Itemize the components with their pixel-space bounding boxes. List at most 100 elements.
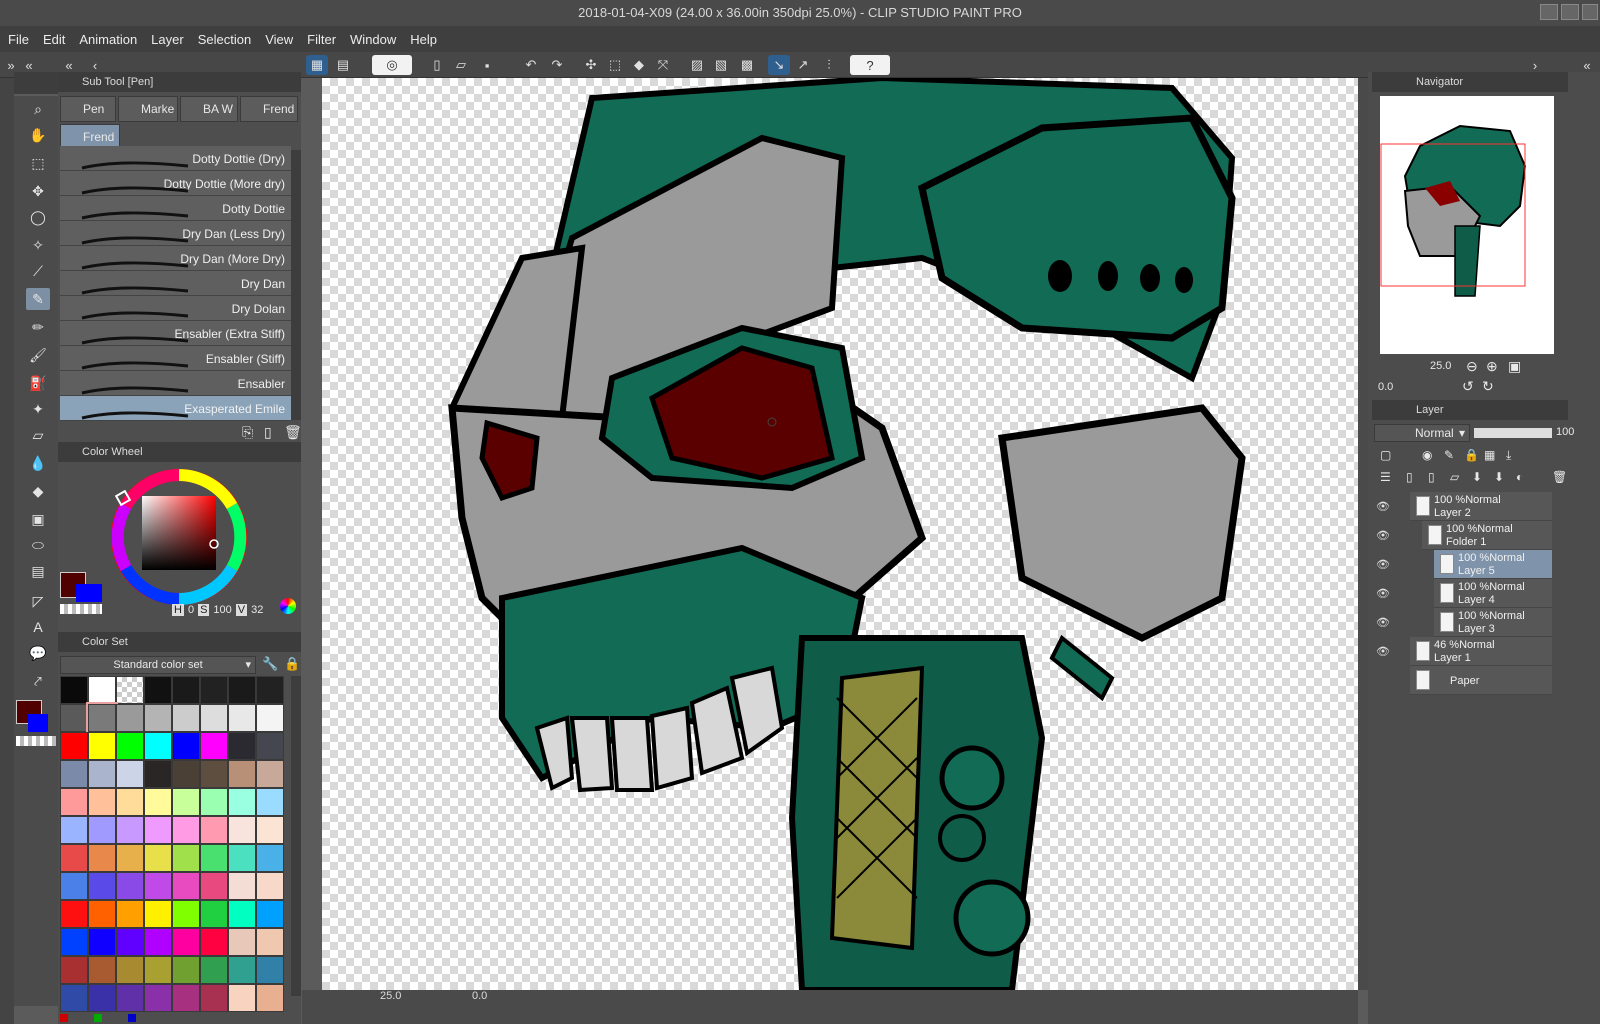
color-swatch[interactable] <box>228 956 256 984</box>
menu-edit[interactable]: Edit <box>43 32 65 47</box>
clear-outside-icon[interactable]: ▧ <box>710 55 732 75</box>
blend-tool-icon[interactable]: 💧 <box>26 452 50 474</box>
brush-item[interactable]: Dry Dan (Less Dry) <box>60 221 291 246</box>
new-subtool-icon[interactable]: ▯ <box>264 424 272 441</box>
color-swatch[interactable] <box>256 788 284 816</box>
color-swatch[interactable] <box>256 872 284 900</box>
color-swatch[interactable] <box>60 816 88 844</box>
color-swatch[interactable] <box>86 702 118 734</box>
color-swatch[interactable] <box>256 676 284 704</box>
brush-item[interactable]: Exasperated Emile <box>60 396 291 421</box>
reference-layer-icon[interactable]: ◉ <box>1422 448 1432 462</box>
color-swatch[interactable] <box>256 816 284 844</box>
color-swatch[interactable] <box>228 928 256 956</box>
color-swatch[interactable] <box>200 984 228 1012</box>
color-swatch[interactable] <box>172 872 200 900</box>
ruler-tool-icon[interactable]: ◸ <box>26 590 50 612</box>
subtool-tab-pen[interactable]: Pen <box>60 96 116 122</box>
color-swatch[interactable] <box>144 872 172 900</box>
color-swatch[interactable] <box>60 760 88 788</box>
brush-item[interactable]: Ensabler (Extra Stiff) <box>60 321 291 346</box>
color-swatch[interactable] <box>116 956 144 984</box>
color-swatch[interactable] <box>60 788 88 816</box>
color-swatch[interactable] <box>172 816 200 844</box>
lock-transparent-icon[interactable]: ▦ <box>1484 448 1495 462</box>
color-swatch[interactable] <box>144 900 172 928</box>
fit-window-icon[interactable]: ▣ <box>1508 358 1521 375</box>
color-swatch[interactable] <box>116 928 144 956</box>
color-swatch[interactable] <box>256 844 284 872</box>
color-swatch[interactable] <box>200 900 228 928</box>
layer-row[interactable]: 100 %Normal Layer 3 <box>1434 608 1552 637</box>
color-swatch[interactable] <box>116 760 144 788</box>
menu-animation[interactable]: Animation <box>79 32 137 47</box>
lock-palette-icon[interactable]: 🔒 <box>284 656 300 672</box>
color-swatch[interactable] <box>172 732 200 760</box>
color-swatch[interactable] <box>88 956 116 984</box>
color-swatch[interactable] <box>172 704 200 732</box>
color-swatch[interactable] <box>228 984 256 1012</box>
color-swatch[interactable] <box>256 704 284 732</box>
help-icon[interactable]: ? <box>850 55 890 75</box>
wrench-icon[interactable]: 🔧 <box>262 656 278 672</box>
color-swatch[interactable] <box>228 760 256 788</box>
blend-mode-dropdown[interactable]: Normal ▾ <box>1374 424 1470 442</box>
menu-layer[interactable]: Layer <box>151 32 184 47</box>
color-swatch[interactable] <box>144 928 172 956</box>
color-swatch[interactable] <box>144 984 172 1012</box>
navigator-zoom-value[interactable]: 25.0 <box>1430 360 1451 372</box>
visibility-eye-icon[interactable]: 👁 <box>1376 645 1394 658</box>
zoom-in-icon[interactable]: ⊕ <box>1486 358 1498 375</box>
brush-list-scrollbar[interactable] <box>291 150 301 420</box>
zoom-out-icon[interactable]: ⊖ <box>1466 358 1478 375</box>
cw-sub-color[interactable] <box>76 584 102 602</box>
visibility-eye-icon[interactable]: 👁 <box>1376 558 1394 571</box>
gradient-tool-icon[interactable]: ▣ <box>26 508 50 530</box>
fill-icon[interactable]: ◆ <box>628 55 650 75</box>
transfer-down-icon[interactable]: ⬇ <box>1472 470 1482 484</box>
decoration-tool-icon[interactable]: ✦ <box>26 398 50 420</box>
brush-tool-icon[interactable]: 🖌 <box>26 344 50 366</box>
opacity-value[interactable]: 100 <box>1556 426 1574 438</box>
color-swatch[interactable] <box>172 676 200 704</box>
copy-subtool-icon[interactable]: ⎘ <box>242 424 253 441</box>
color-swatch[interactable] <box>116 844 144 872</box>
status-zoom[interactable]: 25.0 <box>380 990 401 1002</box>
layer-row[interactable]: 100 %Normal Layer 5 <box>1434 550 1552 579</box>
color-swatch[interactable] <box>228 704 256 732</box>
menu-file[interactable]: File <box>8 32 29 47</box>
color-swatch[interactable] <box>256 984 284 1012</box>
menu-filter[interactable]: Filter <box>307 32 336 47</box>
open-file-icon[interactable]: ▱ <box>450 55 472 75</box>
selection-tool-icon[interactable]: ◯ <box>26 206 50 228</box>
color-swatch[interactable] <box>88 732 116 760</box>
color-swatch[interactable] <box>172 956 200 984</box>
color-swatch[interactable] <box>200 816 228 844</box>
color-swatch[interactable] <box>116 732 144 760</box>
new-vector-layer-icon[interactable]: ▯ <box>1428 470 1435 484</box>
color-swatch[interactable] <box>60 928 88 956</box>
color-swatch[interactable] <box>60 732 88 760</box>
frame-border-icon[interactable]: ▤ <box>26 560 50 582</box>
color-swatch[interactable] <box>256 732 284 760</box>
color-swatch[interactable] <box>228 872 256 900</box>
clip-lower-layer-icon[interactable]: ⤓ <box>1506 448 1511 463</box>
color-swatch[interactable] <box>88 816 116 844</box>
color-swatch[interactable] <box>60 872 88 900</box>
mask-icon[interactable]: ◐ <box>1516 470 1523 484</box>
color-swatch[interactable] <box>116 984 144 1012</box>
color-swatch[interactable] <box>60 956 88 984</box>
operation-tool-icon[interactable]: ⬚ <box>26 152 50 174</box>
hand-tool-icon[interactable]: ✋ <box>26 124 50 146</box>
brush-item[interactable]: Dotty Dottie (Dry) <box>60 146 291 171</box>
color-swatch[interactable] <box>88 900 116 928</box>
brush-item[interactable]: Dotty Dottie <box>60 196 291 221</box>
layer-row[interactable]: 100 %Normal Folder 1 <box>1422 521 1552 550</box>
color-set-dropdown[interactable]: Standard color set ▾ <box>60 656 256 674</box>
color-swatch[interactable] <box>116 816 144 844</box>
color-swatch[interactable] <box>88 928 116 956</box>
menu-window[interactable]: Window <box>350 32 396 47</box>
visibility-eye-icon[interactable] <box>1376 674 1394 686</box>
grid-icon[interactable]: ▩ <box>736 55 758 75</box>
color-set-scrollbar[interactable] <box>291 676 301 996</box>
